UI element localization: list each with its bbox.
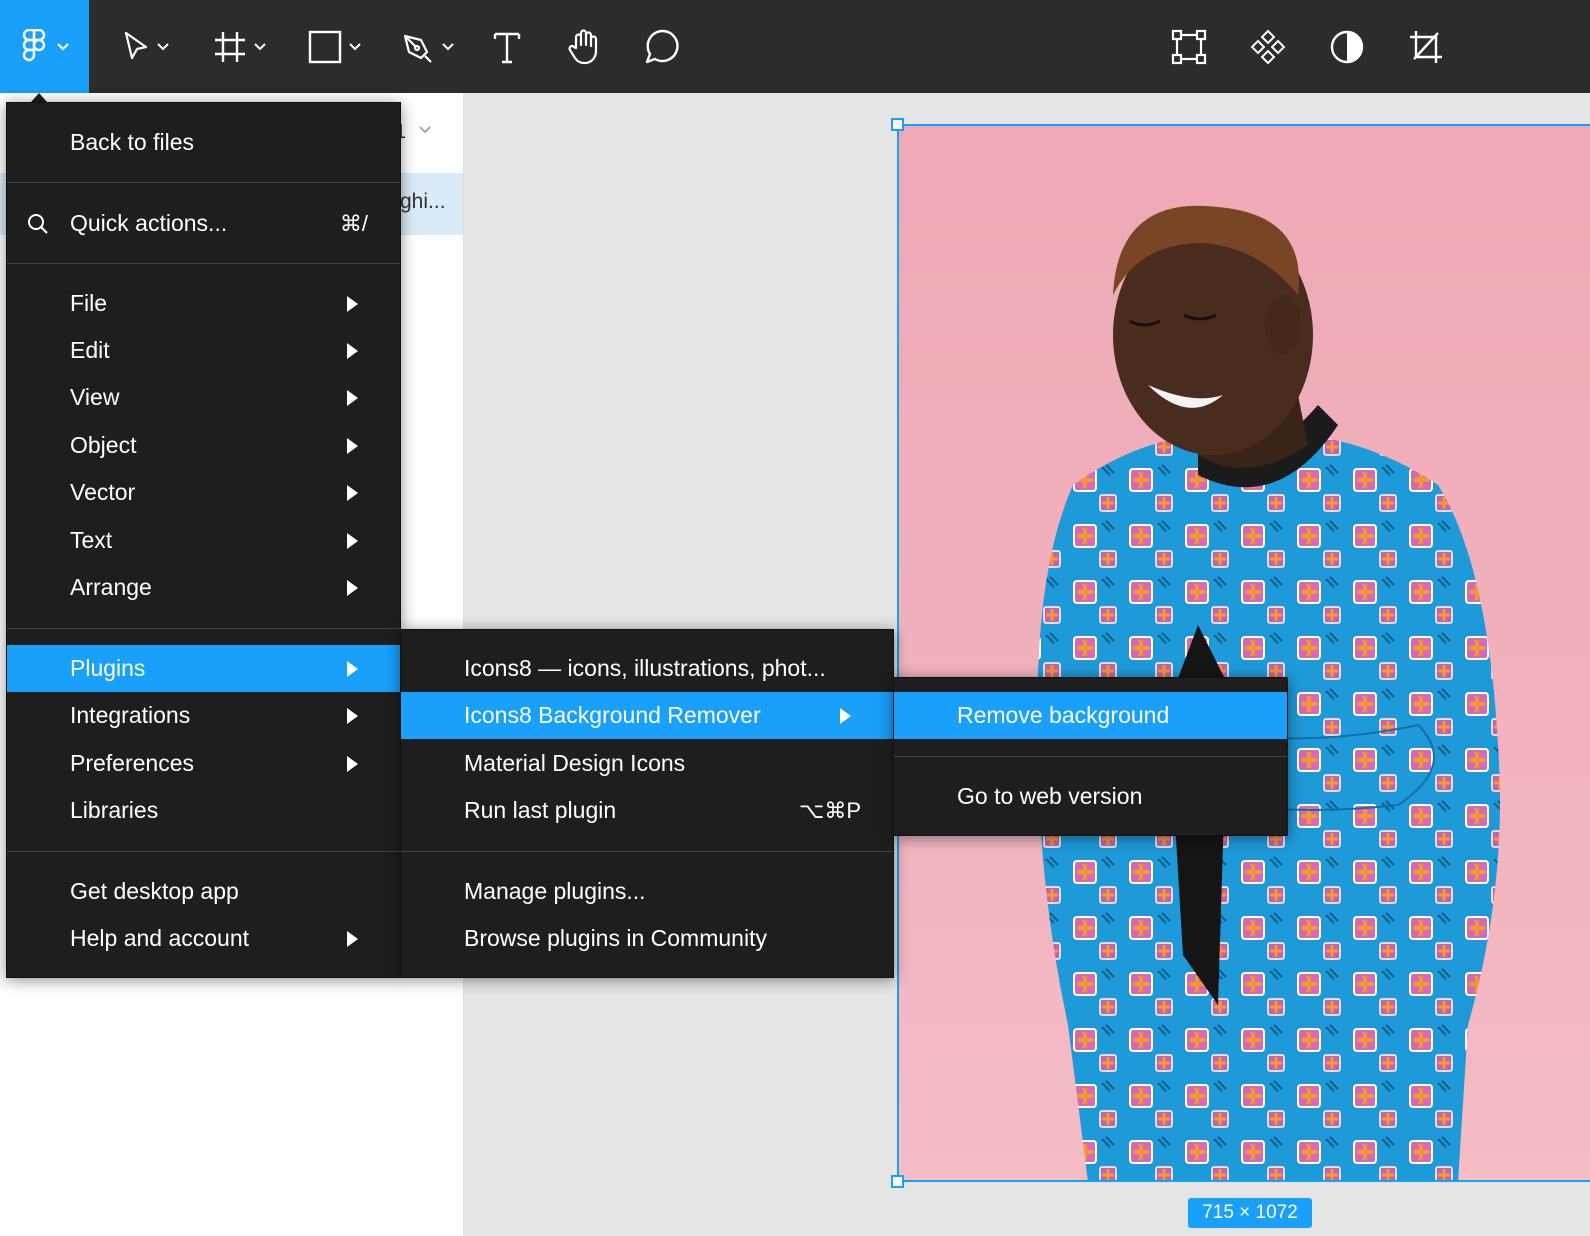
menu-item-remove-background[interactable]: Remove background (894, 692, 1287, 739)
pen-tool-button[interactable] (393, 0, 463, 93)
crop-button[interactable] (1403, 0, 1449, 93)
selected-layer-label: ghi... (400, 190, 446, 213)
selection-box (897, 124, 1590, 1182)
contrast-button[interactable] (1324, 0, 1370, 93)
submenu-arrow-icon (347, 707, 358, 724)
plugin-item-icons8-background-remover[interactable]: Icons8 Background Remover (401, 692, 893, 739)
submenu-arrow-icon (347, 532, 358, 549)
menu-item-get-desktop-app[interactable]: Get desktop app (7, 868, 400, 915)
text-tool-button[interactable] (484, 0, 530, 93)
pen-tool-icon (403, 34, 432, 63)
chevron-down-icon[interactable] (418, 125, 432, 135)
figma-logo-icon (22, 28, 45, 61)
frame-tool-icon (215, 31, 245, 62)
menu-item-object[interactable]: Object (7, 422, 400, 469)
menu-item-help-and-account[interactable]: Help and account (7, 915, 400, 962)
plugin-item-run-last-plugin[interactable]: Run last plugin ⌥⌘P (401, 787, 893, 834)
toolbar (0, 0, 1590, 93)
menu-item-libraries[interactable]: Libraries (7, 787, 400, 834)
move-tool-button[interactable] (110, 0, 180, 93)
component-icon (1250, 29, 1286, 64)
submenu-arrow-icon (347, 755, 358, 772)
plugins-submenu: Icons8 — icons, illustrations, phot... I… (400, 629, 894, 978)
menu-item-edit[interactable]: Edit (7, 327, 400, 374)
comment-tool-button[interactable] (640, 0, 686, 93)
menu-item-arrange[interactable]: Arrange (7, 564, 400, 611)
menu-item-view[interactable]: View (7, 374, 400, 421)
plugin-item-manage-plugins[interactable]: Manage plugins... (401, 868, 893, 915)
contrast-icon (1330, 30, 1364, 63)
menu-item-text[interactable]: Text (7, 517, 400, 564)
menu-item-quick-actions[interactable]: Quick actions... ⌘/ (7, 200, 400, 247)
text-tool-icon (493, 32, 521, 63)
move-tool-icon (124, 31, 148, 59)
plugin-item-material-design-icons[interactable]: Material Design Icons (401, 740, 893, 787)
chevron-down-icon (442, 42, 454, 50)
background-remover-submenu: Remove background Go to web version (893, 677, 1288, 836)
comment-tool-icon (645, 29, 679, 63)
hand-tool-button[interactable] (562, 0, 608, 93)
menu-caret (31, 93, 47, 102)
submenu-arrow-icon (347, 389, 358, 406)
submenu-arrow-icon (347, 295, 358, 312)
resize-handle-bottom-left[interactable] (891, 1175, 904, 1188)
menu-item-go-to-web-version[interactable]: Go to web version (894, 773, 1287, 820)
menu-item-file[interactable]: File (7, 280, 400, 327)
transform-button[interactable] (1166, 0, 1212, 93)
resize-handle-top-left[interactable] (891, 118, 904, 131)
submenu-arrow-icon (347, 342, 358, 359)
crop-icon (1410, 30, 1442, 63)
chevron-down-icon (157, 42, 169, 50)
plugin-item-icons8[interactable]: Icons8 — icons, illustrations, phot... (401, 645, 893, 692)
submenu-arrow-icon (840, 707, 851, 724)
chevron-down-icon (254, 42, 266, 50)
dimension-badge: 715 × 1072 (1188, 1198, 1312, 1228)
menu-item-vector[interactable]: Vector (7, 469, 400, 516)
submenu-arrow-icon (347, 484, 358, 501)
rectangle-tool-icon (308, 30, 342, 63)
main-menu-button[interactable] (0, 0, 89, 93)
transform-icon (1171, 29, 1207, 64)
submenu-arrow-icon (347, 437, 358, 454)
menu-item-integrations[interactable]: Integrations (7, 692, 400, 739)
main-menu: Back to files Quick actions... ⌘/ File E… (6, 102, 401, 978)
shortcut-label: ⌥⌘P (798, 797, 861, 823)
chevron-down-icon (56, 42, 69, 50)
submenu-arrow-icon (347, 579, 358, 596)
shape-tool-button[interactable] (300, 0, 370, 93)
submenu-arrow-icon (347, 930, 358, 947)
menu-item-plugins[interactable]: Plugins (7, 645, 400, 692)
menu-item-back-to-files[interactable]: Back to files (7, 119, 400, 166)
chevron-down-icon (349, 42, 361, 50)
frame-tool-button[interactable] (205, 0, 275, 93)
hand-tool-icon (568, 28, 598, 64)
plugin-item-browse-plugins[interactable]: Browse plugins in Community (401, 915, 893, 962)
menu-item-preferences[interactable]: Preferences (7, 740, 400, 787)
submenu-arrow-icon (347, 660, 358, 677)
search-icon (28, 213, 48, 234)
component-button[interactable] (1245, 0, 1291, 93)
shortcut-label: ⌘/ (339, 210, 368, 236)
